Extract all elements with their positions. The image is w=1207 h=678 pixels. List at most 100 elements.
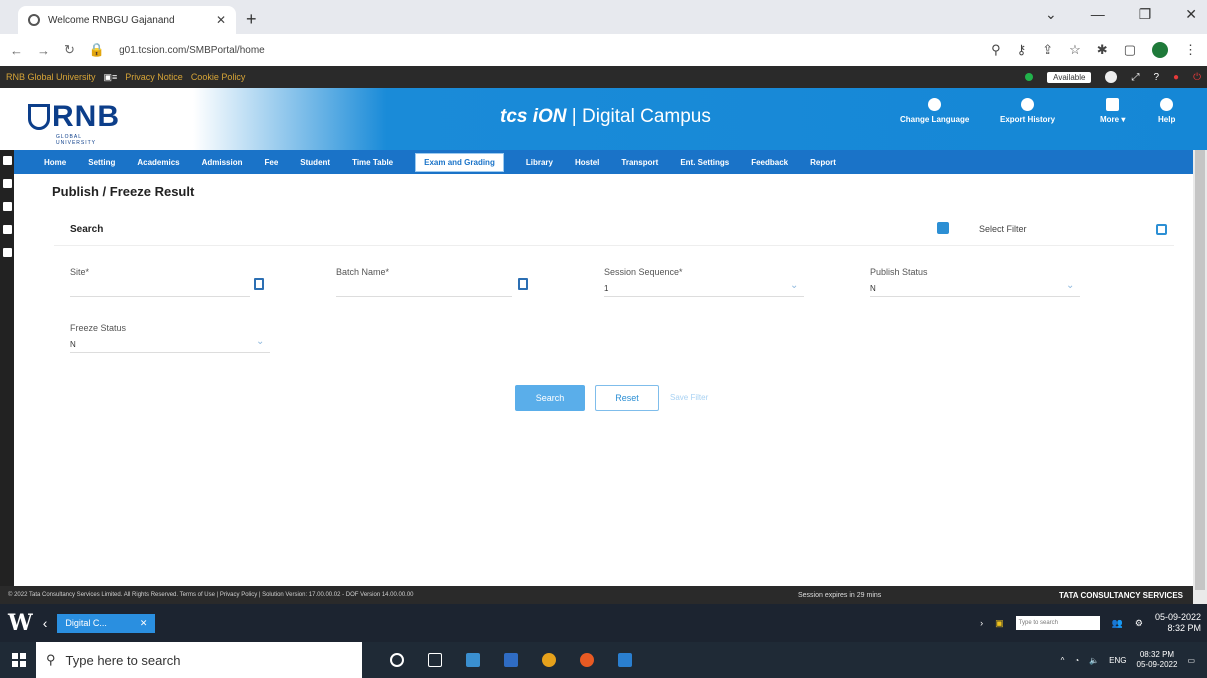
session-sequence-select[interactable]: Session Sequence* 1 ⌄ — [604, 262, 804, 297]
page-scrollbar[interactable] — [1193, 150, 1207, 604]
back-arrow-icon[interactable]: ‹ — [43, 615, 48, 631]
nav-library[interactable]: Library — [526, 158, 553, 167]
url-field[interactable]: g01.tcsion.com/SMBPortal/home — [119, 45, 265, 56]
workspace-logo-icon[interactable]: W — [8, 610, 33, 636]
help-icon[interactable]: ? — [1153, 72, 1159, 83]
app-label: Digital C... — [65, 617, 107, 628]
cookie-link[interactable]: Cookie Policy — [191, 72, 246, 82]
reload-icon[interactable]: ↻ — [64, 42, 75, 58]
accessibility-icon[interactable]: ▣≡ — [104, 72, 118, 83]
share-icon[interactable]: ⇪ — [1042, 42, 1053, 58]
network-icon[interactable]: ◔ — [1074, 656, 1079, 665]
nav-feedback[interactable]: Feedback — [751, 158, 788, 167]
digital-campus-app[interactable]: Digital C... ✕ — [57, 613, 156, 633]
close-tab-icon[interactable]: ✕ — [216, 13, 226, 27]
university-link[interactable]: RNB Global University — [6, 72, 96, 82]
browser-tab[interactable]: Welcome RNBGU Gajanand ✕ — [18, 6, 236, 34]
restore-icon[interactable]: ❐ — [1139, 6, 1152, 23]
chrome-icon[interactable] — [542, 653, 556, 667]
nav-timetable[interactable]: Time Table — [352, 158, 393, 167]
more-button[interactable]: More ▾ — [1100, 98, 1125, 124]
university-logo[interactable]: RNB GLOBAL UNIVERSITY — [28, 100, 120, 146]
sidepanel-icon[interactable]: ▢ — [1124, 42, 1136, 58]
freeze-status-select[interactable]: Freeze Status N ⌄ — [70, 318, 270, 353]
chevron-down-icon[interactable]: ⌄ — [1066, 280, 1074, 291]
nav-ent-settings[interactable]: Ent. Settings — [680, 158, 729, 167]
forward-icon[interactable]: → — [37, 43, 50, 58]
search-icon[interactable]: ⚲ — [991, 42, 1001, 58]
workspace-app-icon[interactable] — [618, 653, 632, 667]
minimize-icon[interactable]: — — [1091, 6, 1105, 23]
nav-home[interactable]: Home — [44, 158, 66, 167]
new-tab-icon[interactable]: + — [246, 9, 257, 30]
brand-title: tcs iON | Digital Campus — [500, 106, 711, 128]
back-icon[interactable]: ← — [10, 43, 23, 58]
cortana-icon[interactable] — [390, 653, 404, 667]
windows-search-box[interactable]: ⚲ Type here to search — [36, 642, 362, 678]
page-title: Publish / Freeze Result — [52, 184, 195, 199]
chevron-down-icon[interactable]: ⌄ — [256, 336, 264, 347]
batch-name-field[interactable]: Batch Name* — [336, 262, 546, 297]
batch-lookup-icon[interactable] — [518, 278, 528, 290]
people-icon[interactable]: 👥 — [1112, 618, 1123, 629]
language-indicator[interactable]: ENG — [1109, 656, 1126, 665]
nav-student[interactable]: Student — [300, 158, 330, 167]
privacy-link[interactable]: Privacy Notice — [125, 72, 183, 82]
power-icon[interactable]: ⏻ — [1193, 72, 1201, 83]
chevron-down-icon[interactable]: ⌄ — [790, 280, 798, 291]
profile-avatar[interactable] — [1152, 42, 1168, 58]
help-button[interactable]: Help — [1158, 98, 1175, 124]
reset-button[interactable]: Reset — [595, 385, 659, 411]
windows-clock[interactable]: 08:32 PM 05-09-2022 — [1137, 650, 1178, 670]
nav-transport[interactable]: Transport — [621, 158, 658, 167]
page-icon[interactable] — [2, 179, 12, 188]
settings-icon[interactable] — [2, 202, 12, 211]
nav-admission[interactable]: Admission — [202, 158, 243, 167]
site-field[interactable]: Site* — [70, 262, 280, 297]
firefox-icon[interactable] — [580, 653, 594, 667]
user-icon[interactable]: ● — [1173, 72, 1179, 83]
app-close-icon[interactable]: ✕ — [140, 618, 148, 629]
nav-exam-grading[interactable]: Exam and Grading — [415, 152, 504, 172]
close-icon[interactable]: ✕ — [1185, 6, 1197, 23]
home-icon[interactable] — [2, 156, 12, 165]
edit-filter-icon[interactable] — [1156, 224, 1167, 235]
expand-icon[interactable]: ⤢ — [1131, 72, 1139, 83]
settings-icon[interactable]: ⚙ — [1135, 618, 1143, 629]
tray-chevron-icon[interactable]: ^ — [1061, 656, 1065, 665]
file-explorer-icon[interactable] — [466, 653, 480, 667]
export-history-button[interactable]: Export History — [1000, 98, 1055, 124]
hierarchy-icon[interactable] — [937, 222, 949, 234]
search-button[interactable]: Search — [515, 385, 585, 411]
change-language-button[interactable]: Change Language — [900, 98, 969, 124]
chevron-right-icon[interactable]: › — [980, 618, 983, 628]
save-filter-link[interactable]: Save Filter — [670, 393, 708, 402]
assistant-icon[interactable]: ▣ — [995, 618, 1004, 629]
status-select[interactable]: Available — [1047, 71, 1092, 83]
extensions-icon[interactable]: ✱ — [1097, 42, 1108, 58]
menu-icon[interactable]: ⋮ — [1184, 42, 1197, 58]
scrollbar-thumb[interactable] — [1195, 150, 1205, 590]
store-icon[interactable] — [504, 653, 518, 667]
windows-start-icon[interactable] — [12, 653, 26, 667]
key-icon[interactable]: ⚷ — [1017, 42, 1027, 58]
volume-icon[interactable]: 🔈 — [1089, 656, 1099, 665]
star-icon[interactable]: ☆ — [1069, 42, 1081, 58]
nav-report[interactable]: Report — [810, 158, 836, 167]
print-icon[interactable] — [2, 248, 12, 257]
publish-status-select[interactable]: Publish Status N ⌄ — [870, 262, 1080, 297]
freeze-status-label: Freeze Status — [70, 323, 127, 333]
notifications-icon[interactable]: ▭ — [1187, 656, 1195, 665]
remote-search-input[interactable]: Type to search — [1015, 616, 1100, 630]
nav-academics[interactable]: Academics — [137, 158, 179, 167]
site-lookup-icon[interactable] — [254, 278, 264, 290]
camera-icon[interactable] — [1105, 71, 1118, 83]
nav-setting[interactable]: Setting — [88, 158, 115, 167]
edit-icon[interactable] — [2, 225, 12, 234]
select-filter-dropdown[interactable]: Select Filter — [979, 224, 1027, 234]
task-view-icon[interactable] — [428, 653, 442, 667]
nav-hostel[interactable]: Hostel — [575, 158, 599, 167]
nav-fee[interactable]: Fee — [265, 158, 279, 167]
window-controls: ⌄ — ❐ ✕ — [1045, 6, 1197, 23]
chevron-down-icon[interactable]: ⌄ — [1045, 6, 1057, 23]
